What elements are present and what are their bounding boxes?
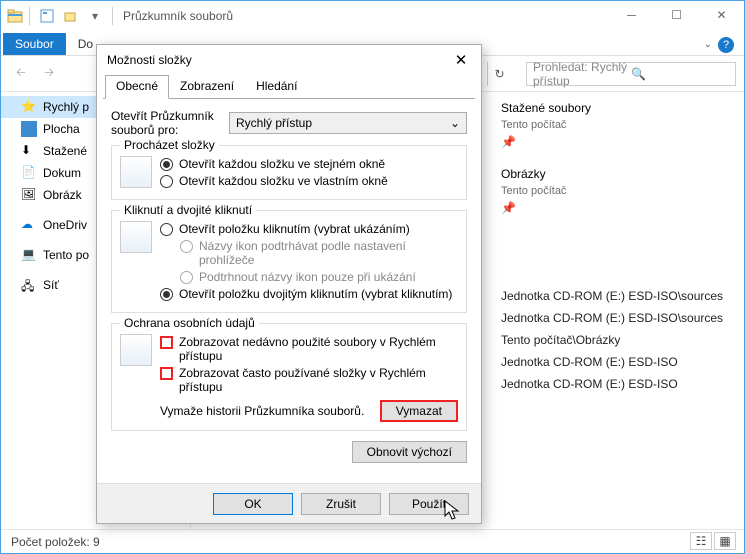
titlebar: ▾ Průzkumník souborů ─ ☐ ✕ bbox=[1, 1, 744, 31]
statusbar: Počet položek: 9 ☷ ▦ bbox=[1, 529, 744, 553]
recent-item[interactable]: Jednotka CD-ROM (E:) ESD-ISO\sources bbox=[501, 285, 731, 307]
search-placeholder: Prohledat: Rychlý přístup bbox=[533, 60, 631, 88]
group-privacy: Ochrana osobních údajů Zobrazovat nedávn… bbox=[111, 323, 467, 431]
group-browse: Procházet složky Otevřít každou složku v… bbox=[111, 145, 467, 200]
cancel-button[interactable]: Zrušit bbox=[301, 493, 381, 515]
maximize-button[interactable]: ☐ bbox=[654, 1, 699, 29]
radio-single-click[interactable] bbox=[160, 223, 173, 236]
search-icon: 🔍 bbox=[631, 67, 729, 81]
radio-double-click[interactable] bbox=[160, 288, 173, 301]
downloads-icon: ⬇ bbox=[21, 143, 37, 159]
privacy-icon bbox=[120, 334, 152, 366]
ribbon-expand-icon[interactable]: ⌄ bbox=[704, 39, 712, 50]
recent-item[interactable]: Jednotka CD-ROM (E:) ESD-ISO bbox=[501, 351, 731, 373]
view-details-icon[interactable]: ☷ bbox=[690, 532, 712, 550]
radio-underline-point bbox=[180, 271, 193, 284]
documents-icon: 📄 bbox=[21, 165, 37, 181]
qat-dropdown-icon[interactable]: ▾ bbox=[84, 5, 106, 27]
tab-view[interactable]: Zobrazení bbox=[169, 75, 245, 99]
help-icon[interactable]: ? bbox=[718, 37, 734, 53]
open-explorer-label: Otevřít Průzkumník souborů pro: bbox=[111, 109, 221, 137]
dialog-close-icon[interactable]: ✕ bbox=[441, 45, 481, 75]
clear-label: Vymaže historii Průzkumníka souborů. bbox=[160, 404, 372, 418]
group-click: Kliknutí a dvojité kliknutí Otevřít polo… bbox=[111, 210, 467, 313]
star-icon: ⭐ bbox=[21, 99, 37, 115]
browse-icon bbox=[120, 156, 152, 188]
file-explorer-icon bbox=[7, 8, 23, 24]
search-input[interactable]: Prohledat: Rychlý přístup 🔍 bbox=[526, 62, 736, 86]
refresh-icon[interactable]: ↻ bbox=[487, 62, 511, 86]
chevron-down-icon: ⌄ bbox=[450, 116, 460, 130]
tab-search[interactable]: Hledání bbox=[245, 75, 308, 99]
dialog-title: Možnosti složky bbox=[97, 45, 481, 75]
radio-underline-browser bbox=[180, 240, 193, 253]
onedrive-icon: ☁ bbox=[21, 217, 37, 233]
qat-properties-icon[interactable] bbox=[36, 5, 58, 27]
radio-own-window[interactable] bbox=[160, 175, 173, 188]
pictures-icon: 🖼 bbox=[21, 187, 37, 203]
ok-button[interactable]: OK bbox=[213, 493, 293, 515]
check-recent-files[interactable] bbox=[160, 336, 173, 349]
window-title: Průzkumník souborů bbox=[123, 9, 233, 23]
restore-defaults-button[interactable]: Obnovit výchozí bbox=[352, 441, 467, 463]
status-text: Počet položek: 9 bbox=[11, 535, 100, 549]
content-pane: Stažené soubory Tento počítač 📌 Obrázky … bbox=[501, 101, 731, 395]
ribbon-tab-file[interactable]: Soubor bbox=[3, 33, 66, 55]
minimize-button[interactable]: ─ bbox=[609, 1, 654, 29]
pin-icon[interactable]: 📌 bbox=[501, 135, 731, 149]
pc-icon: 💻 bbox=[21, 247, 37, 263]
apply-button[interactable]: Použít bbox=[389, 493, 469, 515]
qat-new-folder-icon[interactable] bbox=[60, 5, 82, 27]
radio-same-window[interactable] bbox=[160, 158, 173, 171]
nav-forward-icon[interactable]: 🡢 bbox=[37, 62, 61, 86]
nav-back-icon[interactable]: 🡠 bbox=[9, 62, 33, 86]
folder-pictures[interactable]: Obrázky bbox=[501, 167, 731, 181]
folder-options-dialog: Možnosti složky ✕ Obecné Zobrazení Hledá… bbox=[96, 44, 482, 524]
tab-general[interactable]: Obecné bbox=[105, 75, 169, 99]
folder-downloads[interactable]: Stažené soubory bbox=[501, 101, 731, 115]
recent-item[interactable]: Jednotka CD-ROM (E:) ESD-ISO\sources bbox=[501, 307, 731, 329]
recent-item[interactable]: Tento počítač\Obrázky bbox=[501, 329, 731, 351]
pin-icon[interactable]: 📌 bbox=[501, 201, 731, 215]
clear-button[interactable]: Vymazat bbox=[380, 400, 458, 422]
network-icon: 🖧 bbox=[21, 277, 37, 293]
close-button[interactable]: ✕ bbox=[699, 1, 744, 29]
recent-list: Jednotka CD-ROM (E:) ESD-ISO\sources Jed… bbox=[501, 285, 731, 395]
view-large-icon[interactable]: ▦ bbox=[714, 532, 736, 550]
click-icon bbox=[120, 221, 152, 253]
check-freq-folders[interactable] bbox=[160, 367, 173, 380]
desktop-icon bbox=[21, 121, 37, 137]
open-explorer-combo[interactable]: Rychlý přístup ⌄ bbox=[229, 112, 467, 134]
recent-item[interactable]: Jednotka CD-ROM (E:) ESD-ISO bbox=[501, 373, 731, 395]
